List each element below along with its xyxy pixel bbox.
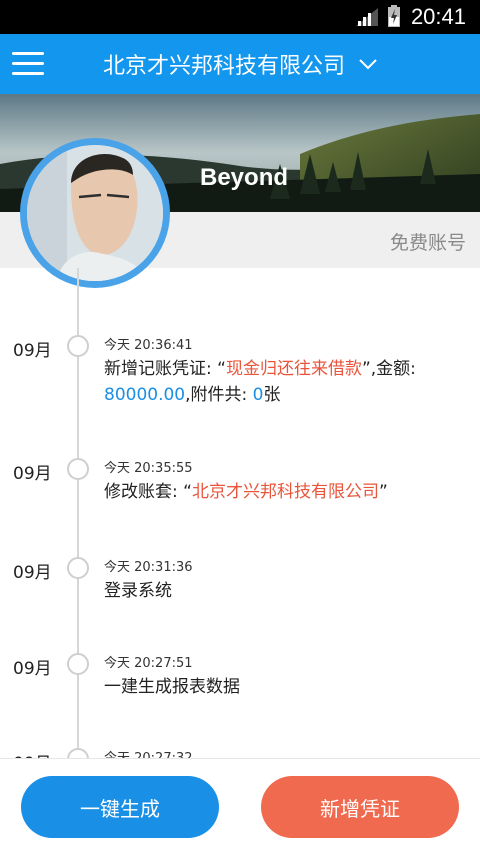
- status-bar: 20:41: [0, 0, 480, 34]
- status-time: 20:41: [410, 4, 466, 29]
- company-title[interactable]: 北京才兴邦科技有限公司: [103, 48, 345, 80]
- chevron-down-icon[interactable]: [358, 54, 378, 74]
- entry-time: 今天 20:35:55: [104, 461, 193, 476]
- entry-month: 09月: [13, 341, 52, 361]
- avatar-photo: [27, 145, 163, 281]
- entry-month: 09月: [13, 464, 52, 484]
- entry-time: 今天 20:27:51: [104, 656, 193, 671]
- timeline-dot: [67, 748, 89, 758]
- timeline-dot: [67, 653, 89, 675]
- activity-timeline: 09月 今天 20:36:41 新增记账凭证: “现金归还往来借款”,金额: 8…: [0, 268, 480, 758]
- entry-message: 登录系统: [104, 581, 172, 601]
- entry-month: 09月: [13, 563, 52, 583]
- add-voucher-button[interactable]: 新增凭证: [261, 776, 459, 838]
- entry-message: 修改账套: “北京才兴邦科技有限公司”: [104, 482, 388, 502]
- entry-message: 新增记账凭证: “现金归还往来借款”,金额: 80000.00,附件共: 0张: [104, 359, 416, 405]
- username: Beyond: [200, 164, 289, 191]
- signal-icon: [356, 8, 378, 26]
- entry-message: 一建生成报表数据: [104, 677, 240, 697]
- app-bar: 北京才兴邦科技有限公司: [0, 34, 480, 94]
- entry-month: 09月: [13, 659, 52, 679]
- entry-time: 今天 20:36:41: [104, 338, 193, 353]
- timeline-dot: [67, 335, 89, 357]
- entry-month: 09月: [13, 749, 52, 758]
- battery-charging-icon: [388, 5, 400, 27]
- menu-icon[interactable]: [12, 52, 44, 76]
- avatar[interactable]: [20, 138, 170, 288]
- account-plan-label: 免费账号: [389, 232, 466, 254]
- timeline-dot: [67, 557, 89, 579]
- one-click-generate-button[interactable]: 一键生成: [21, 776, 219, 838]
- timeline-dot: [67, 458, 89, 480]
- entry-time: 今天 20:31:36: [104, 560, 193, 575]
- entry-time: 今天 20:27:32: [104, 747, 193, 758]
- bottom-action-bar: 一键生成 新增凭证: [0, 758, 480, 853]
